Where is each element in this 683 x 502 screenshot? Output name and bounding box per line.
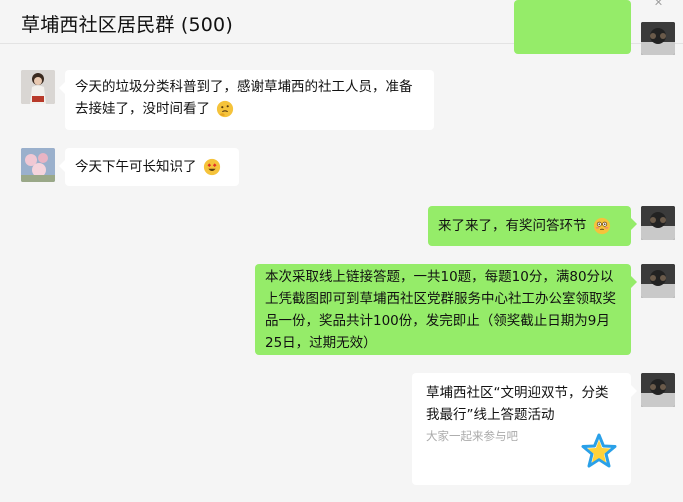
message-text: 今天的垃圾分类科普到了，感谢草埔西的社工人员，准备去接娃了，没时间看了 [75, 79, 413, 117]
message-bubble-self[interactable] [514, 0, 631, 54]
card-description: 大家一起来参与吧 [426, 429, 518, 443]
message-bubble-self[interactable]: 本次采取线上链接答题，一共10题，每题10分，满80分以上凭截图即可到草埔西社区… [255, 264, 637, 355]
card-title: 草埔西社区“文明迎双节，分类我最行”线上答题活动 [426, 385, 609, 423]
avatar-dark-icon [641, 22, 675, 55]
avatar-girl-icon [21, 70, 55, 104]
avatar[interactable] [641, 264, 675, 298]
chat-title: 草埔西社区居民群 (500) [21, 14, 233, 36]
message-text: 本次采取线上链接答题，一共10题，每题10分，满80分以上凭截图即可到草埔西社区… [265, 269, 616, 351]
heart-eyes-face-icon [203, 158, 220, 176]
message-bubble[interactable]: 今天的垃圾分类科普到了，感谢草埔西的社工人员，准备去接娃了，没时间看了 [59, 70, 434, 130]
thinking-face-icon [217, 100, 234, 118]
avatar-dark-icon [641, 373, 675, 407]
close-icon[interactable] [652, 0, 666, 6]
avatar[interactable] [641, 206, 675, 240]
avatar[interactable] [21, 70, 55, 104]
message-bubble[interactable]: 今天下午可长知识了 [59, 148, 239, 186]
avatar-dark-icon [641, 206, 675, 240]
message-text: 今天下午可长知识了 [75, 159, 197, 175]
avatar[interactable] [641, 373, 675, 407]
message-text: 来了来了，有奖问答环节 [438, 218, 587, 234]
star-icon [581, 433, 617, 468]
avatar-flowers-icon [21, 148, 55, 182]
avatar[interactable] [21, 148, 55, 182]
flushed-face-icon [593, 217, 610, 235]
message-bubble-self[interactable]: 来了来了，有奖问答环节 [428, 206, 637, 246]
avatar-dark-icon [641, 264, 675, 298]
avatar[interactable] [641, 22, 675, 55]
